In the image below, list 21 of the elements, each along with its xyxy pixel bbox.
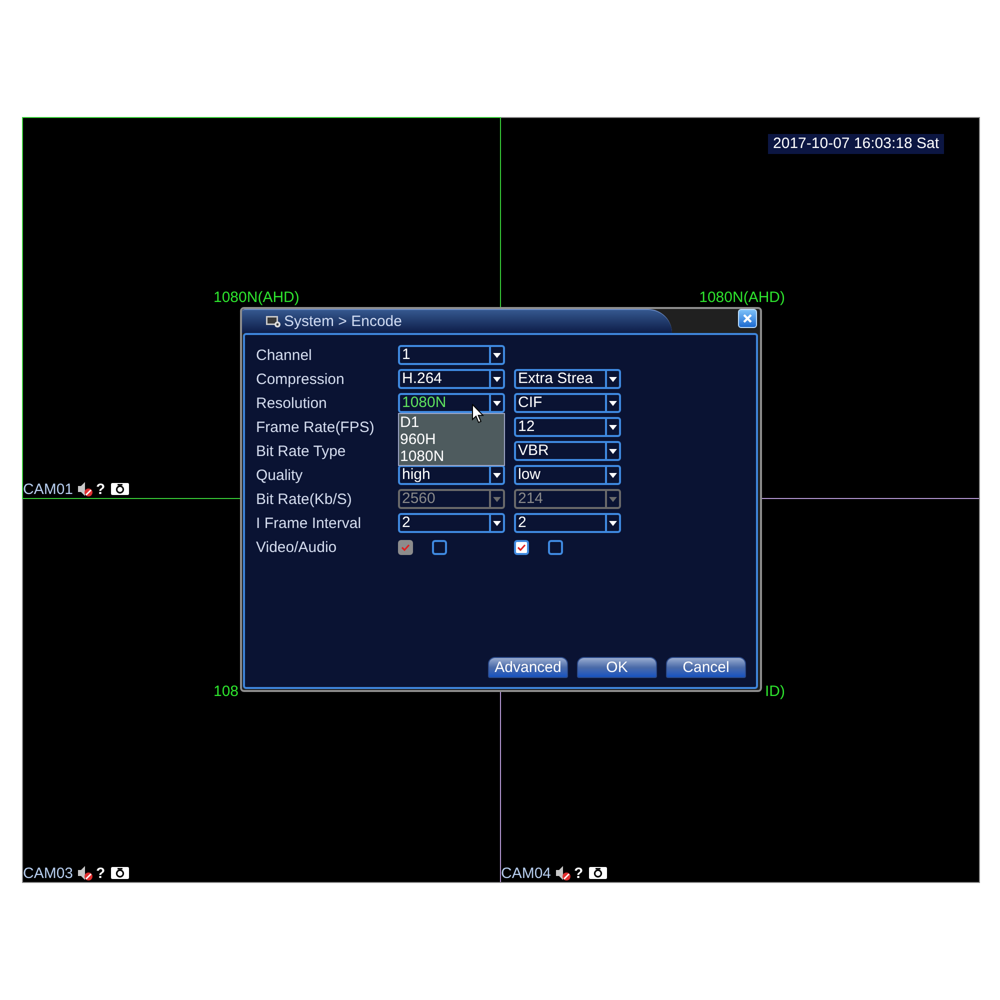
status-symbol: ? — [574, 866, 584, 880]
field-label: Bit Rate Type — [256, 442, 347, 460]
camera-name: CAM03 — [23, 866, 74, 880]
field-label: Compression — [256, 370, 346, 388]
resolution-text: ID) — [764, 683, 785, 700]
field-label: Bit Rate(Kb/S) — [256, 490, 353, 508]
field-label: Channel — [256, 346, 313, 364]
status-symbol: ? — [96, 482, 106, 496]
status-symbol: ? — [96, 866, 106, 880]
camera-name: CAM01 — [23, 482, 74, 496]
date-time-display: 2017-10-07 16:03:18 Sat — [768, 134, 944, 154]
resolution-text: 108 — [214, 683, 240, 700]
field-label: Quality — [256, 466, 304, 484]
resolution-text: 1080N(AHD) — [698, 288, 785, 306]
field-label: Frame Rate(FPS) — [256, 418, 376, 436]
camera-name: CAM04 — [501, 866, 552, 880]
field-label: Resolution — [256, 394, 328, 412]
field-label: I Frame Interval — [256, 514, 362, 532]
dialog-title: System > Encode — [284, 313, 402, 330]
field-label: Video/Audio — [256, 538, 338, 556]
resolution-text: 1080N(AHD) — [214, 288, 300, 306]
